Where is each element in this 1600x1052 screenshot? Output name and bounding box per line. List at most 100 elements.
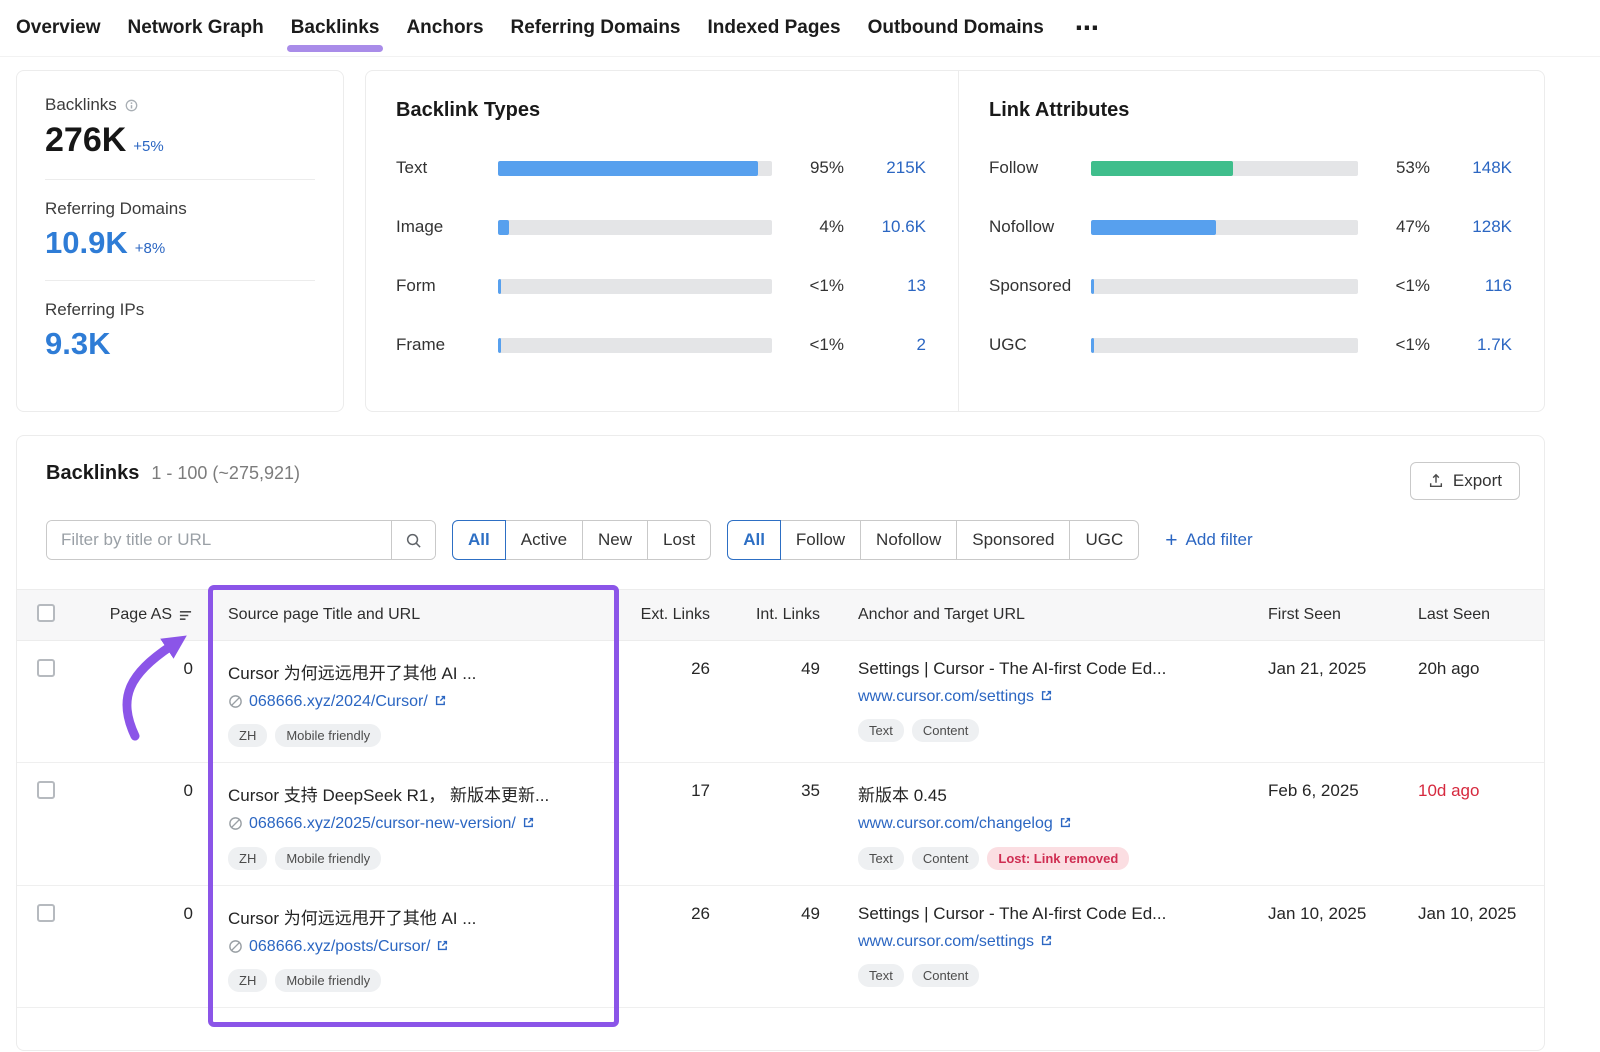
attr-filter-ugc[interactable]: UGC [1069,520,1139,560]
tab-overview[interactable]: Overview [16,0,101,56]
tab-network-graph[interactable]: Network Graph [128,0,264,56]
tab-anchors[interactable]: Anchors [406,0,483,56]
table-row: 0 Cursor 为何远远甩开了其他 AI ... 068666.xyz/202… [17,641,1544,763]
tab-referring-domains[interactable]: Referring Domains [511,0,681,56]
search-button[interactable] [391,521,435,559]
int-links-value: 49 [714,641,824,762]
page-as-value: 0 [79,641,199,762]
external-link-icon[interactable] [434,694,447,707]
tag-pill: ZH [228,724,267,747]
target-url-link[interactable]: www.cursor.com/changelog [858,813,1053,835]
filter-input[interactable] [47,521,391,559]
row-checkbox[interactable] [37,781,55,799]
column-page-as[interactable]: Page AS [110,606,172,624]
bar-fill [1091,161,1233,176]
status-filter-new[interactable]: New [582,520,648,560]
add-filter-label: Add filter [1186,530,1253,550]
export-button[interactable]: Export [1410,462,1520,500]
title-url-filter [46,520,436,560]
count-link[interactable]: 10.6K [844,217,926,237]
count-link[interactable]: 13 [844,276,926,296]
column-ext-links[interactable]: Ext. Links [614,606,714,624]
select-all-checkbox[interactable] [37,604,55,622]
column-source-title-url[interactable]: Source page Title and URL [199,606,614,624]
tag-pill: ZH [228,969,267,992]
count-link[interactable]: 128K [1430,217,1512,237]
row-checkbox[interactable] [37,659,55,677]
tag-pill: Text [858,964,904,987]
table-header-bar: Backlinks 1 - 100 (~275,921) Export [17,436,1544,500]
metric-label-text: Referring Domains [45,199,187,219]
first-seen-value: Feb 6, 2025 [1234,763,1384,884]
anchor-text: Settings | Cursor - The AI-first Code Ed… [858,659,1228,679]
more-tabs-icon[interactable]: ⋯ [1075,14,1099,43]
referring-domains-metric-value: 10.9K +8% [45,225,315,261]
first-seen-value: Jan 10, 2025 [1234,886,1384,1007]
external-link-icon[interactable] [522,816,535,829]
backlinks-table-card: Backlinks 1 - 100 (~275,921) Export All … [16,435,1545,1051]
tag-pill: Mobile friendly [275,724,381,747]
attr-filter-all[interactable]: All [727,520,781,560]
noindex-icon [228,939,243,954]
sort-icon[interactable] [178,609,193,622]
count-link[interactable]: 215K [844,158,926,178]
attr-filter-nofollow[interactable]: Nofollow [860,520,957,560]
percent-label: <1% [772,276,844,296]
metric-delta: +8% [135,240,165,257]
percent-label: 4% [772,217,844,237]
external-link-icon[interactable] [436,939,449,952]
tab-outbound-domains[interactable]: Outbound Domains [868,0,1044,56]
int-links-value: 35 [714,763,824,884]
target-url-link[interactable]: www.cursor.com/settings [858,931,1034,953]
external-link-icon[interactable] [1040,934,1053,947]
table-title: Backlinks [46,462,139,485]
count-link[interactable]: 148K [1430,158,1512,178]
add-filter-button[interactable]: + Add filter [1165,530,1252,551]
external-link-icon[interactable] [1040,689,1053,702]
chart-row: Frame <1% 2 [396,335,926,355]
row-checkbox[interactable] [37,904,55,922]
column-first-seen[interactable]: First Seen [1234,606,1384,624]
tag-pill: Mobile friendly [275,969,381,992]
metric-delta: +5% [133,138,163,155]
column-last-seen[interactable]: Last Seen [1384,606,1544,624]
plus-icon: + [1165,530,1177,551]
count-link[interactable]: 2 [844,335,926,355]
info-icon[interactable] [125,99,138,112]
attr-filter-follow[interactable]: Follow [780,520,861,560]
category-label: Image [396,217,498,237]
count-link[interactable]: 116 [1430,276,1512,296]
external-link-icon[interactable] [1059,816,1072,829]
category-label: Frame [396,335,498,355]
status-filter-all[interactable]: All [452,520,506,560]
bar-track [1091,338,1358,353]
column-int-links[interactable]: Int. Links [714,606,824,624]
first-seen-value: Jan 21, 2025 [1234,641,1384,762]
percent-label: 47% [1358,217,1430,237]
tab-indexed-pages[interactable]: Indexed Pages [708,0,841,56]
category-label: Nofollow [989,217,1091,237]
chart-row: Text 95% 215K [396,158,926,178]
column-anchor-target-url[interactable]: Anchor and Target URL [824,606,1234,624]
target-url-link[interactable]: www.cursor.com/settings [858,686,1034,708]
count-link[interactable]: 1.7K [1430,335,1512,355]
ext-links-value: 26 [614,641,714,762]
source-title: Cursor 支持 DeepSeek R1， 新版本更新... [228,781,598,806]
chart-row: Image 4% 10.6K [396,217,926,237]
status-filter-active[interactable]: Active [505,520,583,560]
tab-backlinks[interactable]: Backlinks [291,0,380,56]
bar-track [1091,279,1358,294]
attr-filter-sponsored[interactable]: Sponsored [956,520,1070,560]
bar-fill [1091,279,1094,294]
source-url-link[interactable]: 068666.xyz/2024/Cursor/ [249,691,428,713]
chart-row: Nofollow 47% 128K [989,217,1512,237]
anchor-cell: Settings | Cursor - The AI-first Code Ed… [824,886,1234,1007]
status-filter-lost[interactable]: Lost [647,520,711,560]
source-cell: Cursor 为何远远甩开了其他 AI ... 068666.xyz/2024/… [199,641,614,762]
anchor-cell: 新版本 0.45 www.cursor.com/changelog Text C… [824,763,1234,884]
divider [45,179,315,180]
source-url-link[interactable]: 068666.xyz/2025/cursor-new-version/ [249,813,516,835]
link-attributes-chart: Link Attributes Follow 53% 148K Nofollow… [959,71,1544,411]
bar-track [498,279,772,294]
source-url-link[interactable]: 068666.xyz/posts/Cursor/ [249,936,430,958]
